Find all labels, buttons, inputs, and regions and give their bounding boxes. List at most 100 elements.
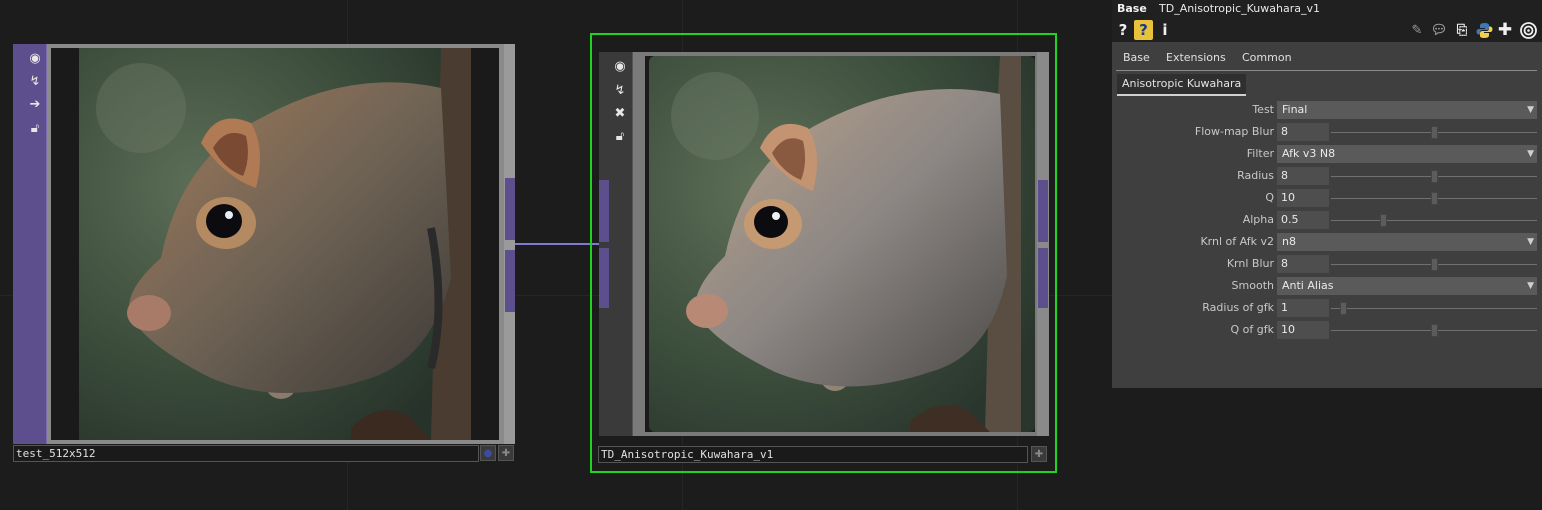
param-label: Smooth <box>1231 279 1274 292</box>
help-icon[interactable]: ? <box>1116 20 1130 40</box>
param-slider-handle[interactable] <box>1431 324 1438 337</box>
param-label: Krnl Blur <box>1226 257 1274 270</box>
op-type-label: Base <box>1117 2 1147 15</box>
param-menu[interactable]: Anti Alias ▼ <box>1277 277 1537 295</box>
comment-icon[interactable]: 💬︎ <box>1430 20 1448 40</box>
connection-wire[interactable] <box>515 243 599 245</box>
image-viewer[interactable] <box>51 48 499 440</box>
add-icon[interactable]: ✚ <box>1031 446 1047 462</box>
param-menu-value: Afk v3 N8 <box>1282 147 1336 160</box>
python-icon[interactable] <box>1475 20 1493 40</box>
param-row: Krnl of Afk v2 n8 ▼ <box>1112 232 1542 254</box>
param-row: Alpha 0.5 <box>1112 210 1542 232</box>
bypass-icon[interactable]: ↯ <box>23 70 47 92</box>
tab-extensions[interactable]: Extensions <box>1166 51 1226 64</box>
chevron-down-icon: ▼ <box>1527 281 1534 291</box>
add-icon[interactable]: ✚ <box>498 445 514 461</box>
tab-divider <box>1116 70 1537 71</box>
target-icon[interactable] <box>1518 20 1538 40</box>
tab-base[interactable]: Base <box>1123 51 1150 64</box>
node-rail <box>504 44 515 444</box>
tab-common[interactable]: Common <box>1242 51 1292 64</box>
param-value-field[interactable]: 8 <box>1277 255 1329 273</box>
param-menu[interactable]: n8 ▼ <box>1277 233 1537 251</box>
tab-anisotropic-kuwahara[interactable]: Anisotropic Kuwahara <box>1117 74 1247 96</box>
panel-header: Base TD_Anisotropic_Kuwahara_v1 <box>1112 0 1542 18</box>
viewer-icon[interactable]: ◉ <box>23 47 47 69</box>
lock-icon[interactable]: 🔓︎ <box>608 125 632 147</box>
chevron-down-icon: ▼ <box>1527 237 1534 247</box>
image-viewer[interactable] <box>645 56 1035 432</box>
op-name-label[interactable]: TD_Anisotropic_Kuwahara_v1 <box>1159 0 1320 18</box>
output-connector[interactable] <box>1038 180 1048 242</box>
param-label: Radius <box>1237 169 1274 182</box>
param-menu-value: Anti Alias <box>1282 279 1334 292</box>
node-name-label[interactable]: test_512x512 <box>13 445 479 462</box>
input-connector[interactable] <box>599 180 609 242</box>
param-value-field[interactable]: 1 <box>1277 299 1329 317</box>
display-flag-icon[interactable]: ● <box>480 445 496 461</box>
param-value-field[interactable]: 0.5 <box>1277 211 1329 229</box>
lock-icon[interactable]: 🔓︎ <box>23 117 47 139</box>
param-row: Krnl Blur 8 <box>1112 254 1542 276</box>
output-connector[interactable] <box>505 178 515 240</box>
add-icon[interactable]: ✚ <box>1496 20 1514 40</box>
param-slider-handle[interactable] <box>1431 192 1438 205</box>
param-row: Smooth Anti Alias ▼ <box>1112 276 1542 298</box>
input-connector[interactable] <box>599 248 609 308</box>
param-row: Flow-map Blur 8 <box>1112 122 1542 144</box>
param-label: Filter <box>1246 147 1274 160</box>
clone-icon[interactable]: ⎘ <box>1453 20 1471 40</box>
param-label: Krnl of Afk v2 <box>1200 235 1274 248</box>
param-slider-handle[interactable] <box>1380 214 1387 227</box>
filtered-squirrel-image <box>649 56 1035 432</box>
param-row: Radius of gfk 1 <box>1112 298 1542 320</box>
close-icon[interactable]: ✖ <box>608 102 632 124</box>
param-label: Q <box>1265 191 1274 204</box>
param-label: Test <box>1252 103 1274 116</box>
bypass-icon[interactable]: ↯ <box>608 79 632 101</box>
param-menu-value: Final <box>1282 103 1308 116</box>
node-rail <box>1037 52 1049 436</box>
param-value-field[interactable]: 10 <box>1277 321 1329 339</box>
param-row: Q 10 <box>1112 188 1542 210</box>
param-label: Q of gfk <box>1230 323 1274 336</box>
param-slider-handle[interactable] <box>1340 302 1347 315</box>
param-slider-handle[interactable] <box>1431 170 1438 183</box>
op-help-icon[interactable]: ? <box>1134 20 1153 40</box>
edit-icon[interactable]: ✎ <box>1409 20 1425 40</box>
output-connector[interactable] <box>1038 248 1048 308</box>
kuwahara-node[interactable]: ◉ ↯ ✖ 🔓︎ <box>599 52 1049 436</box>
param-menu[interactable]: Final ▼ <box>1277 101 1537 119</box>
param-row: Q of gfk 10 <box>1112 320 1542 342</box>
output-connector[interactable] <box>505 250 515 312</box>
param-value-field[interactable]: 8 <box>1277 123 1329 141</box>
param-slider-track[interactable] <box>1331 220 1537 221</box>
param-slider-track[interactable] <box>1331 308 1537 309</box>
chevron-down-icon: ▼ <box>1527 149 1534 159</box>
panel-toolbar: ? ? i ✎ 💬︎ ⎘ ✚ <box>1112 18 1542 42</box>
param-value-field[interactable]: 10 <box>1277 189 1329 207</box>
node-sidebar: ◉ ↯ ➔ 🔓︎ <box>13 44 47 444</box>
param-slider-handle[interactable] <box>1431 258 1438 271</box>
node-name-label[interactable]: TD_Anisotropic_Kuwahara_v1 <box>598 446 1028 463</box>
param-label: Flow-map Blur <box>1194 125 1274 138</box>
info-icon[interactable]: i <box>1159 20 1171 40</box>
squirrel-image <box>79 48 471 440</box>
chevron-down-icon: ▼ <box>1527 105 1534 115</box>
param-menu-value: n8 <box>1282 235 1296 248</box>
param-row: Radius 8 <box>1112 166 1542 188</box>
param-value-field[interactable]: 8 <box>1277 167 1329 185</box>
param-menu[interactable]: Afk v3 N8 ▼ <box>1277 145 1537 163</box>
param-row: Filter Afk v3 N8 ▼ <box>1112 144 1542 166</box>
param-label: Radius of gfk <box>1202 301 1274 314</box>
page-tabs: Base Extensions Common <box>1112 42 1542 72</box>
input-node[interactable]: ◉ ↯ ➔ 🔓︎ <box>13 44 515 444</box>
viewer-icon[interactable]: ◉ <box>608 55 632 77</box>
param-slider-handle[interactable] <box>1431 126 1438 139</box>
param-label: Alpha <box>1242 213 1274 226</box>
node-sidebar: ◉ ↯ ✖ 🔓︎ <box>599 52 633 436</box>
param-row: Test Final ▼ <box>1112 100 1542 122</box>
parameter-panel: Base TD_Anisotropic_Kuwahara_v1 ? ? i ✎ … <box>1112 0 1542 388</box>
arrow-right-icon[interactable]: ➔ <box>23 93 47 115</box>
